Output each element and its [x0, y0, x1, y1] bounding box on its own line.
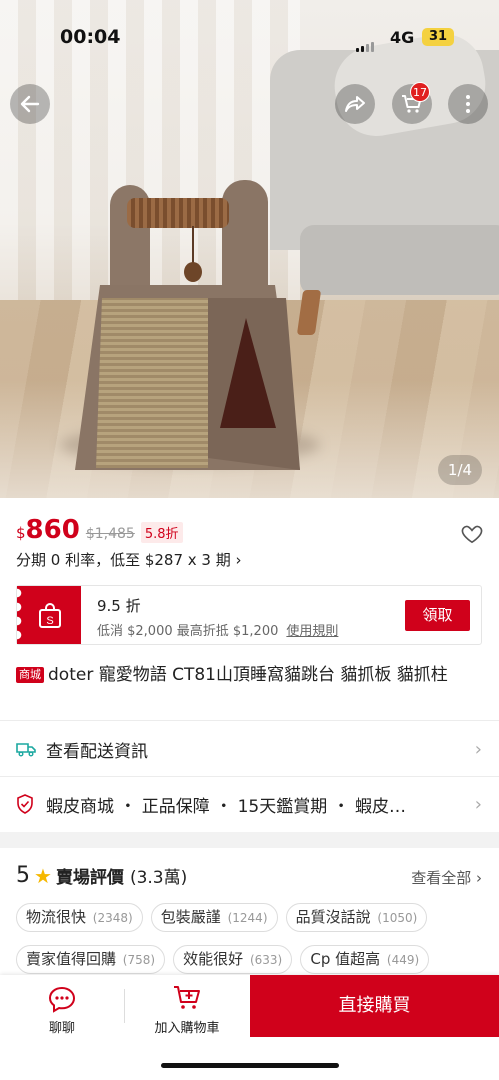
tower-sisal-bar [127, 198, 229, 228]
shipping-label: 查看配送資訊 [46, 741, 148, 762]
chat-button[interactable]: 聊聊 [0, 975, 124, 1037]
guarantee-label: 蝦皮商城 ・ 正品保障 ・ 15天鑑賞期 ・ 蝦皮… [46, 796, 407, 817]
more-button[interactable] [448, 84, 488, 124]
share-button[interactable] [335, 84, 375, 124]
mall-tag: 商城 [16, 667, 44, 683]
guarantee-row[interactable]: 蝦皮商城 ・ 正品保障 ・ 15天鑑賞期 ・ 蝦皮… › [16, 777, 482, 831]
signal-icon [356, 33, 376, 52]
review-tag[interactable]: Cp 值超高 (449) [300, 945, 430, 974]
voucher-card: S 9.5 折 低消 $2,000 最高折抵 $1,200 使用規則 領取 [16, 585, 482, 645]
installment-link[interactable]: 分期 0 利率，低至 $287 x 3 期 › [16, 549, 242, 570]
status-time: 00:04 [60, 26, 121, 48]
tag-text: 品質沒話說 [295, 908, 371, 926]
tag-text: 包裝嚴謹 [160, 908, 221, 926]
claim-voucher-button[interactable]: 領取 [405, 600, 470, 631]
tag-count: (758) [122, 953, 156, 967]
more-vertical-icon [466, 95, 470, 113]
divider [0, 720, 499, 721]
original-price: $1,485 [85, 526, 135, 542]
cart-plus-icon [174, 986, 200, 1009]
shipping-info-row[interactable]: 查看配送資訊 › [16, 722, 482, 776]
voucher-condition: 低消 $2,000 最高折抵 $1,200 [97, 624, 279, 639]
bottom-action-bar: 聊聊 加入購物車 直接購買 [0, 975, 499, 1080]
like-button[interactable] [461, 524, 483, 548]
add-to-cart-button[interactable]: 加入購物車 [125, 975, 249, 1037]
heart-icon [461, 525, 483, 544]
shield-check-icon [16, 794, 36, 814]
rating-label: 賣場評價 [55, 868, 124, 888]
review-tag[interactable]: 包裝嚴謹 (1244) [150, 903, 278, 932]
current-price: 860 [25, 515, 80, 545]
see-all-label: 查看全部 [411, 869, 472, 887]
home-indicator [161, 1063, 339, 1068]
svg-text:S: S [46, 615, 53, 627]
tag-count: (1244) [227, 911, 268, 925]
cart-count-badge: 17 [410, 82, 430, 102]
product-title: doter 寵愛物語 CT81山頂睡窩貓跳台 貓抓板 貓抓柱 [48, 665, 448, 685]
voucher-title: 9.5 折 [97, 597, 141, 615]
product-title-block: 商城 doter 寵愛物語 CT81山頂睡窩貓跳台 貓抓板 貓抓柱 [16, 663, 482, 687]
review-tag[interactable]: 物流很快 (2348) [16, 903, 143, 932]
review-tag[interactable]: 效能很好 (633) [173, 945, 293, 974]
tag-text: Cp 值超高 [310, 950, 381, 968]
battery-icon: 31 [422, 28, 454, 46]
tower-toy-ball [184, 262, 202, 282]
chat-icon [48, 986, 76, 1013]
tag-count: (1050) [377, 911, 418, 925]
tag-text: 賣家值得回購 [26, 950, 117, 968]
tag-count: (2348) [92, 911, 133, 925]
image-counter: 1/4 [438, 455, 482, 485]
tower-right-post [222, 180, 268, 298]
review-tag[interactable]: 品質沒話說 (1050) [285, 903, 428, 932]
network-label: 4G [390, 28, 415, 47]
tag-count: (449) [386, 953, 420, 967]
price-row: $ 860 $1,485 5.8折 [16, 515, 183, 545]
tag-count: (633) [249, 953, 283, 967]
chevron-right-icon: › [474, 739, 482, 760]
arrow-left-icon [20, 95, 40, 113]
tower-string [192, 226, 194, 266]
section-gap [0, 832, 499, 848]
discount-badge: 5.8折 [140, 522, 183, 543]
truck-icon [16, 741, 36, 757]
rating-count: (3.3萬) [129, 868, 188, 888]
back-button[interactable] [10, 84, 50, 124]
product-image-gallery[interactable] [0, 0, 499, 498]
buy-now-button[interactable]: 直接購買 [250, 975, 499, 1037]
review-tag[interactable]: 賣家值得回購 (758) [16, 945, 166, 974]
star-icon: ★ [34, 863, 52, 888]
rating-header: 5 ★ 賣場評價 (3.3萬) 查看全部 › [16, 863, 482, 888]
chat-label: 聊聊 [48, 1021, 75, 1036]
see-all-reviews-link[interactable]: 查看全部 › [411, 867, 482, 888]
sofa-seat [300, 225, 499, 295]
tower-scratch-pad [96, 298, 208, 468]
shopee-bag-icon: S [39, 603, 61, 628]
rating-score: 5 [16, 863, 30, 888]
chevron-right-icon: › [474, 794, 482, 815]
tag-text: 效能很好 [183, 950, 244, 968]
tag-text: 物流很快 [26, 908, 87, 926]
share-icon [345, 96, 365, 112]
add-cart-label: 加入購物車 [154, 1021, 220, 1036]
price-currency: $ [16, 524, 26, 542]
voucher-description: 低消 $2,000 最高折抵 $1,200 使用規則 [97, 620, 338, 639]
voucher-icon-area: S [17, 586, 81, 644]
voucher-rules-link[interactable]: 使用規則 [286, 624, 338, 639]
